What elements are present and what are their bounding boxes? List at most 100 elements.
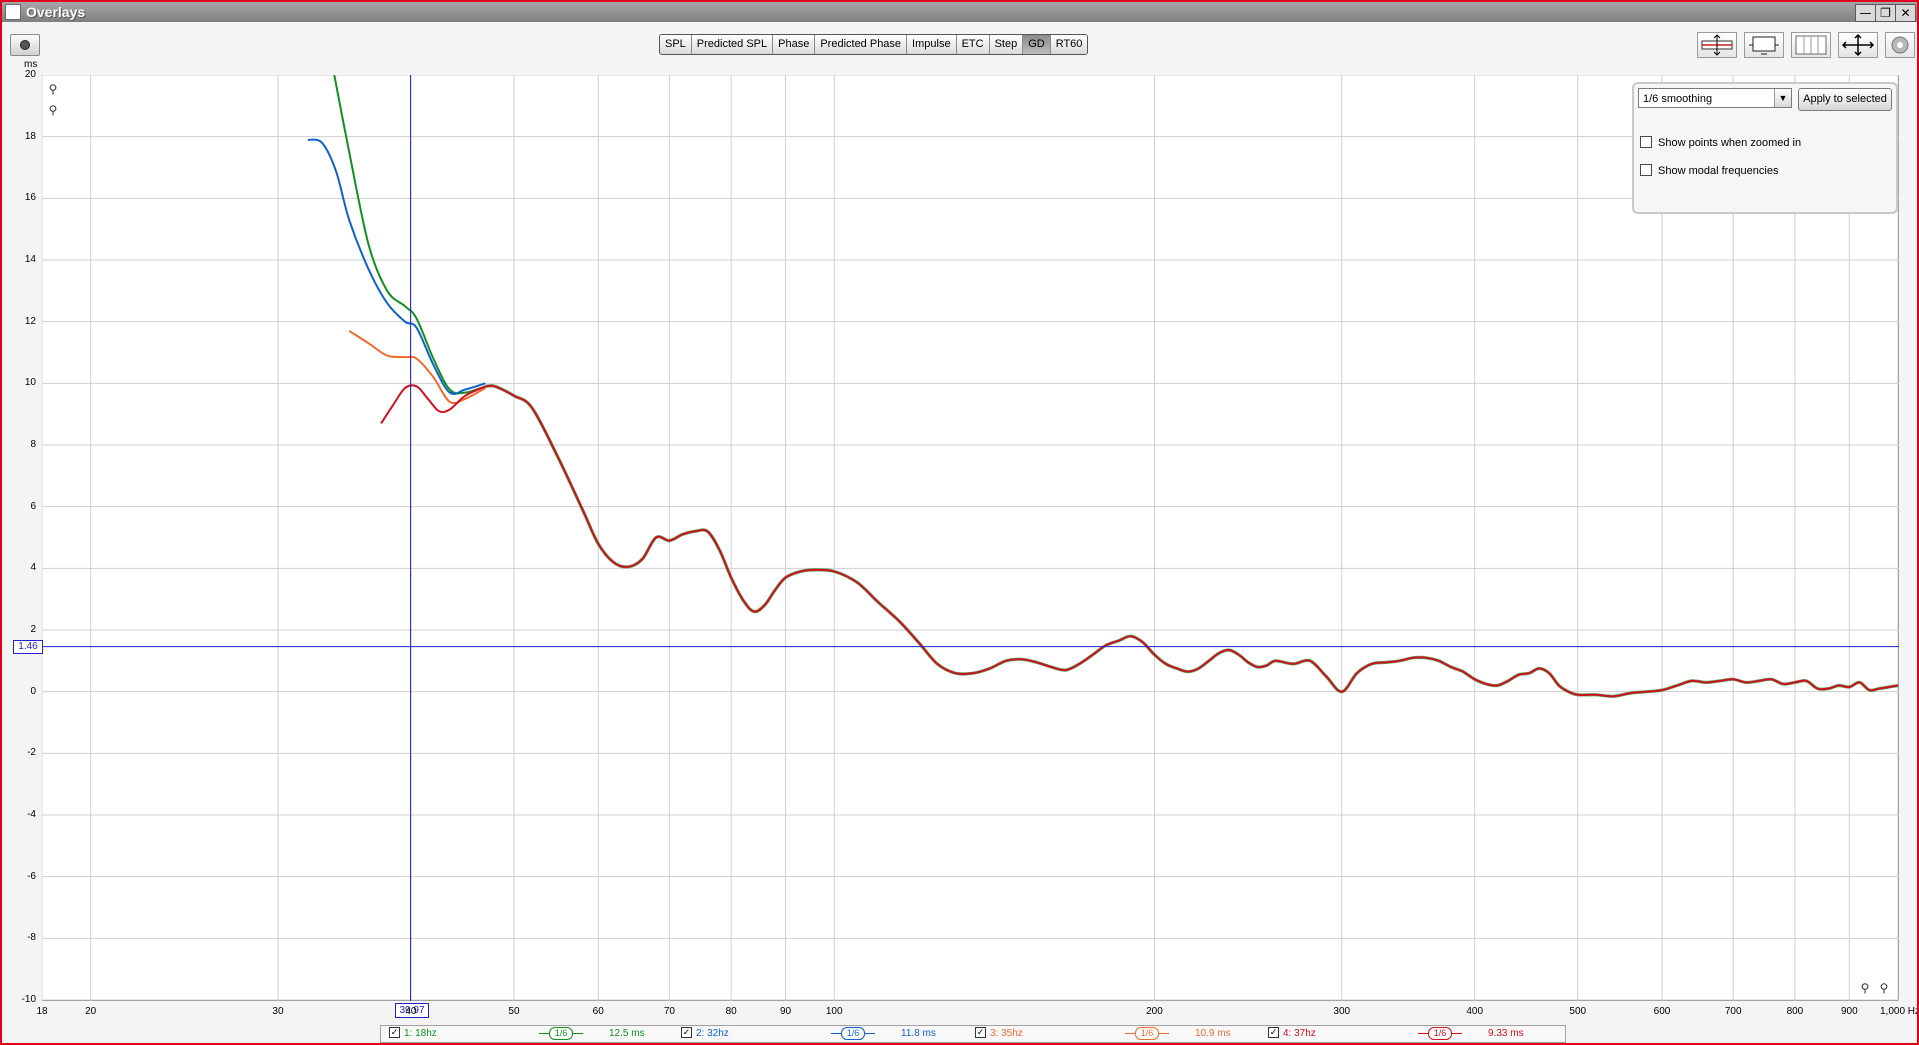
fit-window-button[interactable] <box>1744 32 1784 58</box>
tab-predicted-spl[interactable]: Predicted SPL <box>691 35 774 54</box>
legend-item-4[interactable]: ✓ 4: 37hz <box>1268 1026 1316 1041</box>
y-cursor-readout: 1.46 <box>13 640 43 654</box>
y-tick-label: 16 <box>24 192 36 204</box>
y-tick-label: 0 <box>30 685 36 697</box>
x-tick-label: 90 <box>779 1006 792 1017</box>
x-tick-label: 1,000 Hz <box>1880 1006 1919 1017</box>
y-unit-label: ms <box>24 59 38 70</box>
y-tick-label: 6 <box>30 500 36 512</box>
toolbar: SPL Predicted SPL Phase Predicted Phase Impu… <box>2 22 1917 62</box>
chevron-down-icon: ▼ <box>1774 89 1791 107</box>
show-modal-checkbox[interactable] <box>1640 164 1652 177</box>
x-tick-label: 400 <box>1466 1006 1484 1017</box>
legend-value: 10.9 ms <box>1195 1028 1231 1039</box>
smoothing-dropdown[interactable]: 1/6 smoothing ▼ <box>1638 88 1792 108</box>
legend-smoothing-badge[interactable]: 1/6 <box>1418 1027 1462 1041</box>
x-tick-label: 60 <box>592 1006 604 1017</box>
close-button[interactable]: ✕ <box>1895 4 1916 22</box>
show-modal-label: Show modal frequencies <box>1658 165 1779 177</box>
legend-checkbox[interactable]: ✓ <box>681 1026 692 1038</box>
x-tick-label: 20 <box>85 1006 97 1017</box>
x-tick-label: 200 <box>1146 1006 1163 1017</box>
x-tick-label: 500 <box>1569 1006 1587 1017</box>
legend-checkbox[interactable]: ✓ <box>1268 1026 1279 1038</box>
zoom-out-x-icon[interactable]: ⚲ <box>1858 981 1872 995</box>
y-tick-label: 20 <box>24 69 36 80</box>
x-tick-label: 30 <box>272 1006 284 1017</box>
smoothing-panel: 1/6 smoothing ▼ Apply to selected Show p… <box>1632 82 1898 214</box>
y-tick-label: 18 <box>24 130 36 142</box>
tab-step[interactable]: Step <box>989 35 1024 54</box>
title-bar[interactable]: Overlays — ❐ ✕ <box>2 2 1917 22</box>
smoothing-badge: 1/6 <box>831 1027 875 1040</box>
zoom-in-x-icon[interactable]: ⚲ <box>1877 981 1891 995</box>
legend-value: 9.33 ms <box>1488 1028 1524 1039</box>
tab-phase[interactable]: Phase <box>773 35 816 54</box>
x-tick-label: 100 <box>825 1006 843 1017</box>
zoom-in-y-icon[interactable]: ⚲ <box>46 82 60 96</box>
legend-label: 2: 32hz <box>696 1028 729 1039</box>
y-tick-label: -10 <box>21 994 36 1005</box>
y-tick-label: -4 <box>27 809 36 820</box>
y-tick-label: 8 <box>30 439 36 450</box>
y-tick-label: 12 <box>24 315 36 327</box>
smoothing-badge: 1/6 <box>1418 1027 1462 1040</box>
vertical-zoom-button[interactable] <box>1697 32 1737 58</box>
apply-to-selected-button[interactable]: Apply to selected <box>1798 88 1892 111</box>
show-points-checkbox[interactable] <box>1640 136 1652 149</box>
tab-rt60[interactable]: RT60 <box>1050 35 1088 54</box>
show-modal-option[interactable]: Show modal frequencies <box>1640 164 1778 178</box>
columns-button[interactable] <box>1791 32 1831 58</box>
graph-type-tabs: SPL Predicted SPL Phase Predicted Phase Impu… <box>659 34 1089 55</box>
legend-smoothing-badge[interactable]: 1/6 <box>831 1027 875 1041</box>
gear-icon <box>1891 36 1909 54</box>
vertical-zoom-icon <box>1701 34 1733 56</box>
maximize-button[interactable]: ❐ <box>1875 4 1896 22</box>
legend-item-3[interactable]: ✓ 3: 35hz <box>975 1026 1023 1041</box>
tab-etc[interactable]: ETC <box>956 35 990 54</box>
pan-button[interactable] <box>1838 32 1878 58</box>
legend-label: 1: 18hz <box>404 1028 437 1039</box>
legend-value: 12.5 ms <box>609 1028 645 1039</box>
tab-spl[interactable]: SPL <box>660 35 692 54</box>
legend-value: 11.8 ms <box>901 1028 936 1039</box>
legend-bar: ✓ 1: 18hz 1/6 12.5 ms ✓ 2: 32hz 1/6 11.8 ms ✓ 3: … <box>380 1025 1566 1043</box>
x-tick-label: 600 <box>1653 1006 1671 1017</box>
tab-predicted-phase[interactable]: Predicted Phase <box>815 35 908 54</box>
legend-item-1[interactable]: ✓ 1: 18hz <box>389 1026 437 1041</box>
x-tick-label: 700 <box>1724 1006 1742 1017</box>
y-tick-label: 10 <box>24 377 36 389</box>
monitor-icon <box>1749 36 1779 55</box>
show-points-option[interactable]: Show points when zoomed in <box>1640 136 1801 150</box>
legend-checkbox[interactable]: ✓ <box>975 1026 986 1038</box>
x-tick-label: 70 <box>663 1006 675 1017</box>
smoothing-value: 1/6 smoothing <box>1643 93 1713 105</box>
legend-label: 4: 37hz <box>1283 1028 1316 1039</box>
legend-smoothing-badge[interactable]: 1/6 <box>539 1027 583 1041</box>
y-tick-label: 4 <box>30 562 36 574</box>
camera-icon <box>20 40 30 50</box>
app-icon <box>5 4 21 20</box>
plot-area <box>42 75 1899 1001</box>
overlays-window: Overlays — ❐ ✕ SPL Predicted SPL Phase Pred… <box>0 0 1919 1045</box>
legend-smoothing-badge[interactable]: 1/6 <box>1125 1027 1169 1041</box>
smoothing-badge: 1/6 <box>1125 1027 1169 1040</box>
capture-button[interactable] <box>10 34 40 56</box>
tab-gd[interactable]: GD <box>1023 35 1051 54</box>
zoom-out-y-icon[interactable]: ⚲ <box>46 103 60 117</box>
smoothing-badge: 1/6 <box>539 1027 583 1040</box>
legend-label: 3: 35hz <box>990 1028 1023 1039</box>
minimize-button[interactable]: — <box>1855 4 1876 22</box>
legend-item-2[interactable]: ✓ 2: 32hz <box>681 1026 729 1041</box>
y-tick-label: -2 <box>27 747 36 759</box>
group-delay-plot[interactable] <box>42 75 1899 1001</box>
move-arrows-icon <box>1841 33 1875 57</box>
window-title: Overlays <box>26 4 86 20</box>
y-tick-label: -6 <box>27 870 36 882</box>
legend-checkbox[interactable]: ✓ <box>389 1026 400 1038</box>
x-tick-label: 40 <box>405 1006 417 1017</box>
tab-impulse[interactable]: Impulse <box>907 35 957 54</box>
x-tick-label: 800 <box>1786 1006 1804 1017</box>
settings-button[interactable] <box>1885 32 1915 58</box>
show-points-label: Show points when zoomed in <box>1658 137 1802 149</box>
